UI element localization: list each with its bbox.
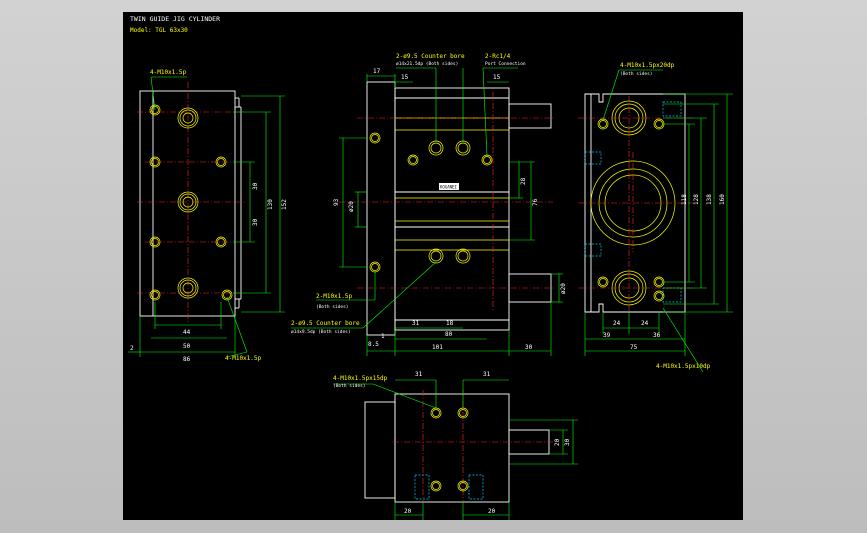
- callout-cbore-bot: 2-ø9.5 Counter bore: [291, 320, 360, 327]
- dim-dia20-guide: ø20: [560, 283, 567, 294]
- dim-30b: 30: [252, 218, 259, 226]
- end-view: 118 128 138 160 24 24 39 36 75 4-M10x1.5…: [578, 62, 733, 373]
- callout-port: 2-Rc1/4: [485, 53, 511, 60]
- dim-30-bottom: 30: [564, 438, 571, 446]
- callout-end-tap-bot: 4-M10x1.5px10dp: [656, 363, 711, 370]
- dim-31a-bottom: 31: [415, 371, 423, 378]
- dim-24a: 24: [613, 320, 621, 327]
- callout-front-tap-bottom: 4-M10x1.5p: [225, 355, 262, 362]
- dim-36: 36: [653, 332, 661, 339]
- drawing-canvas[interactable]: TWIN GUIDE JIG CYLINDER Model: TGL 63x30: [123, 12, 743, 520]
- dim-118: 118: [681, 194, 688, 205]
- dim-86: 86: [183, 356, 191, 363]
- callout-bottom-tap: 4-M10x1.5px15dp: [333, 375, 388, 382]
- callout-end-tap-top-2: (Both sides): [620, 71, 653, 77]
- side-hole-set: [369, 132, 493, 273]
- dim-2: 2: [130, 345, 134, 352]
- callout-cbore-top: 2-ø9.5 Counter bore: [396, 53, 465, 60]
- dim-28: 28: [520, 177, 527, 185]
- dim-8-5: 8.5: [368, 341, 379, 348]
- callout-side-tap: 2-M10x1.5p: [316, 293, 353, 300]
- dim-76: 76: [532, 198, 539, 206]
- cad-viewport: TWIN GUIDE JIG CYLINDER Model: TGL 63x30: [0, 0, 867, 533]
- drawing-title: TWIN GUIDE JIG CYLINDER: [130, 15, 220, 23]
- dim-130: 130: [267, 199, 274, 210]
- dim-93: 93: [333, 198, 340, 206]
- dim-1: 1: [381, 333, 385, 340]
- dim-15b: 15: [493, 74, 501, 81]
- dim-128: 128: [693, 194, 700, 205]
- callout-side-tap-2: (Both sides): [316, 304, 349, 310]
- dim-31b-bottom: 31: [483, 371, 491, 378]
- dim-20c-bottom: 20: [554, 438, 561, 446]
- dim-18: 18: [446, 320, 454, 327]
- dim-138: 138: [706, 194, 713, 205]
- dim-20b-bottom: 20: [488, 508, 496, 515]
- dim-31: 31: [412, 320, 420, 327]
- dim-75: 75: [630, 344, 638, 351]
- callout-cbore-bot-2: ø14x9.5dp (Both sides): [291, 329, 351, 335]
- dim-15a: 15: [401, 74, 409, 81]
- dim-20a-bottom: 20: [404, 508, 412, 515]
- callout-end-tap-top: 4-M10x1.5px20dp: [620, 62, 675, 69]
- front-view: 44 50 86 2 30 130 30 152 4-M10x1.5p 4-M1…: [128, 69, 288, 363]
- bottom-hole-set: [430, 407, 469, 492]
- front-tapped-hole-set: [149, 104, 233, 301]
- callout-bottom-tap-2: (Both sides): [333, 383, 366, 389]
- callout-port-2: Port Connection: [485, 61, 526, 67]
- side-view: KOGANEI 17 15 15 8.5 31 18 80 101 30 1 9…: [291, 53, 567, 356]
- dim-44: 44: [183, 329, 191, 336]
- callout-front-tap: 4-M10x1.5p: [150, 69, 187, 76]
- dim-30-side: 30: [525, 344, 533, 351]
- dim-24b: 24: [641, 320, 649, 327]
- callout-cbore-top-2: ø14x21.5dp (Both sides): [396, 61, 458, 67]
- dim-50: 50: [183, 343, 191, 350]
- dim-101: 101: [432, 344, 443, 351]
- dim-152: 152: [281, 199, 288, 210]
- nameplate-text: KOGANEI: [440, 185, 457, 190]
- bottom-view: 31 31 20 20 20 30 4-M10x1.5px15dp (Both …: [333, 371, 578, 520]
- dim-80: 80: [445, 331, 453, 338]
- dim-30a: 30: [252, 182, 259, 190]
- dim-dia20-rod: ø20: [348, 201, 355, 212]
- dim-160: 160: [719, 194, 726, 205]
- cad-drawing: TWIN GUIDE JIG CYLINDER Model: TGL 63x30: [128, 15, 733, 520]
- dim-17: 17: [373, 68, 381, 75]
- drawing-model: Model: TGL 63x30: [130, 27, 188, 34]
- dim-39: 39: [603, 332, 611, 339]
